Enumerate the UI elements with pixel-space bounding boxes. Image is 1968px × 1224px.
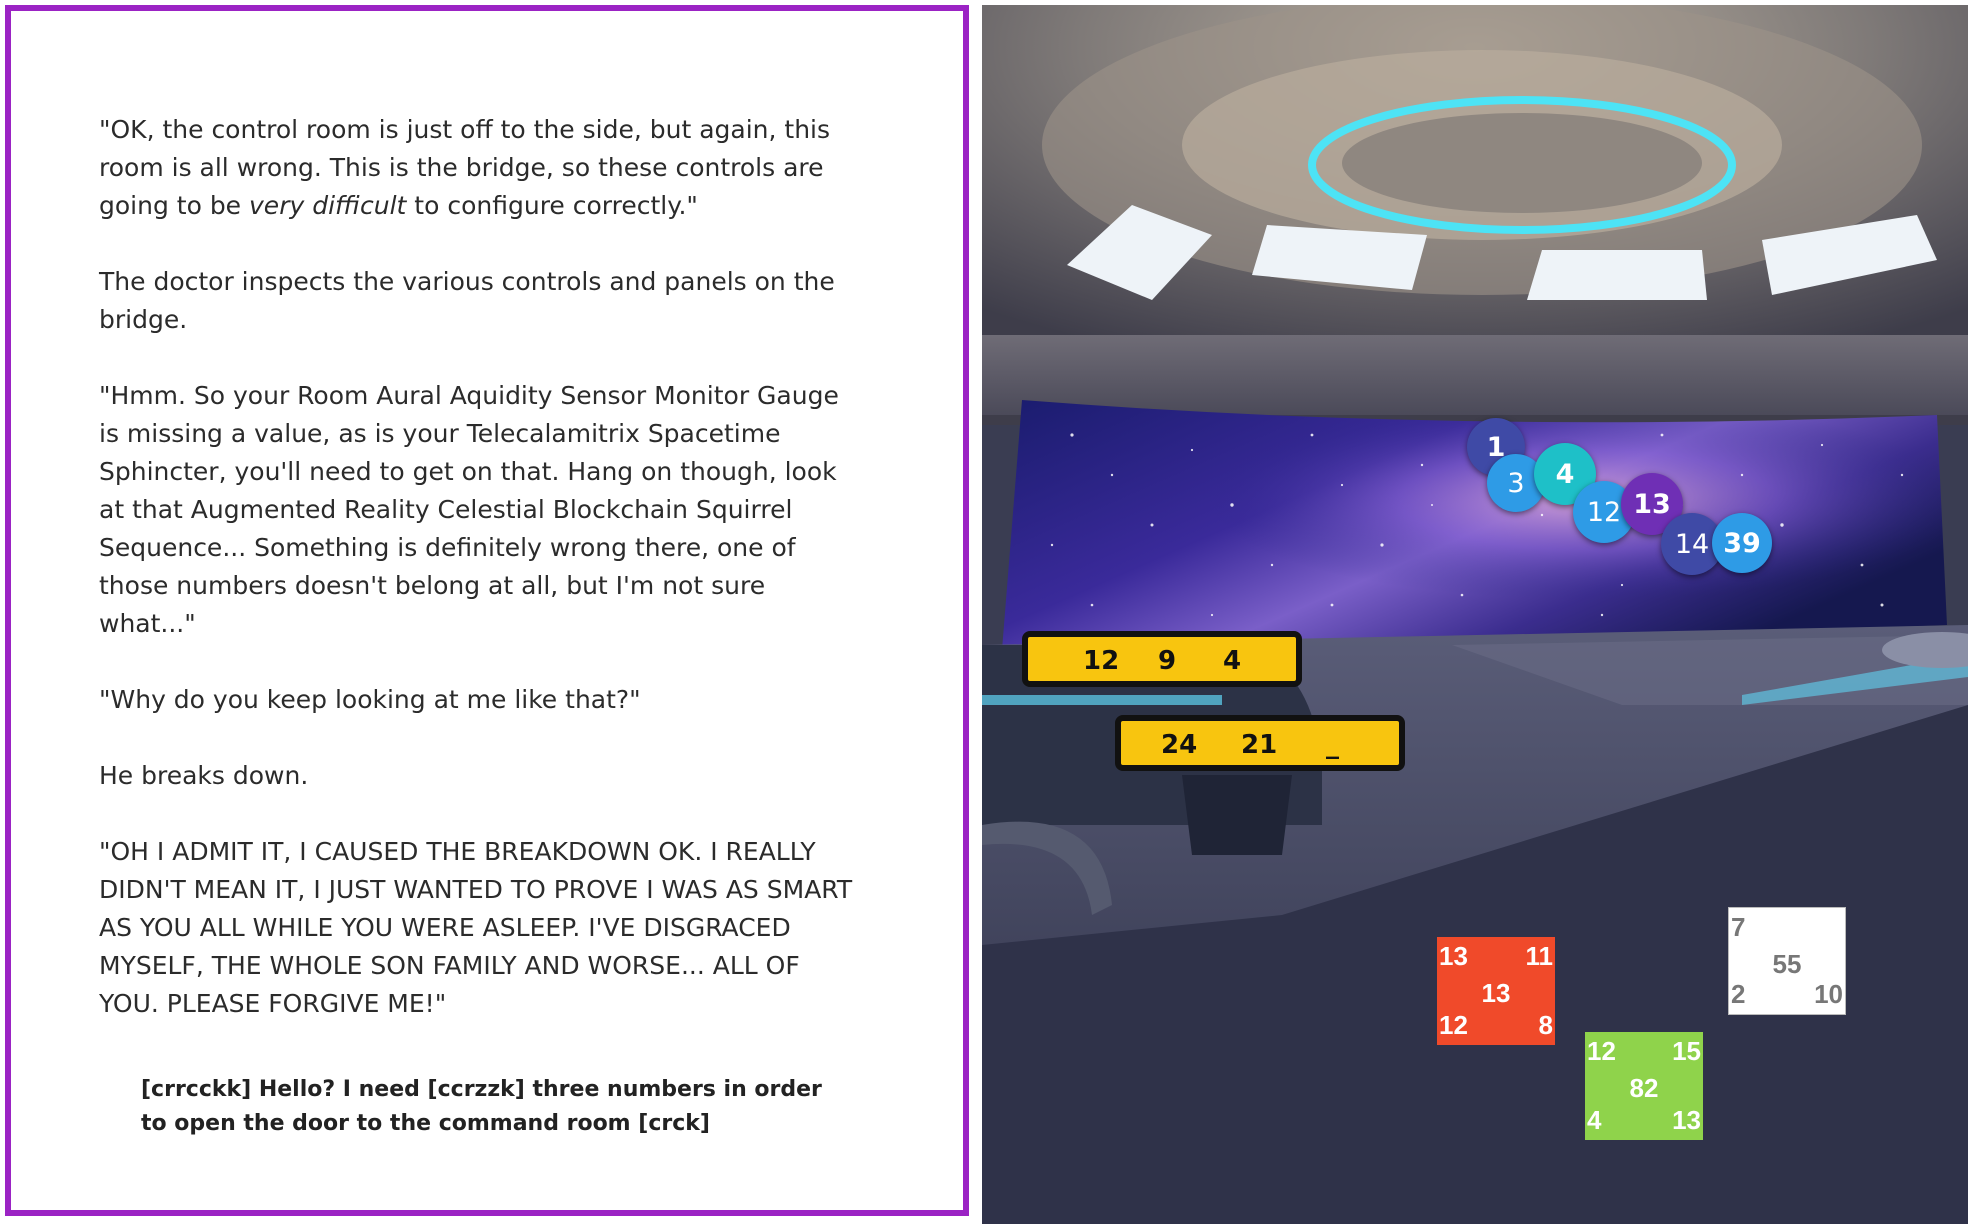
story-text: "OK, the control room is just off to the… xyxy=(99,111,859,1061)
story-paragraph-3: "Hmm. So your Room Aural Aquidity Sensor… xyxy=(99,381,839,638)
square-number: 12 xyxy=(1587,1036,1616,1066)
gauge-value: 21 xyxy=(1241,730,1278,760)
gauge-value: 24 xyxy=(1161,730,1198,760)
square-number: 10 xyxy=(1814,979,1843,1009)
square-number: 12 xyxy=(1439,1010,1468,1040)
story-paragraph-4: "Why do you keep looking at me like that… xyxy=(99,685,641,714)
red-number-square: 13 11 13 12 8 xyxy=(1437,937,1555,1045)
white-number-square: 7 55 2 10 xyxy=(1728,907,1846,1015)
story-paragraph-2: The doctor inspects the various controls… xyxy=(99,267,835,334)
story-emphasis: very difficult xyxy=(249,191,407,220)
square-number: 13 xyxy=(1439,941,1468,971)
gauge-value: 4 xyxy=(1223,646,1242,676)
square-number: 7 xyxy=(1731,912,1746,942)
bridge-scene: 1 3 4 12 13 14 39 12 9 4 24 21 _ 13 11 13 12 8… xyxy=(982,5,1968,1224)
radio-message: [crrcckk] Hello? I need [ccrzzk] three n… xyxy=(141,1077,822,1136)
story-paragraph-5: He breaks down. xyxy=(99,761,309,790)
square-center-number: 82 xyxy=(1629,1073,1659,1103)
square-number: 4 xyxy=(1587,1105,1602,1135)
gauge-missing-value: _ xyxy=(1326,730,1339,760)
square-number: 2 xyxy=(1731,979,1746,1009)
square-center-number: 13 xyxy=(1481,978,1511,1008)
story-paragraph-6: "OH I ADMIT IT, I CAUSED THE BREAKDOWN O… xyxy=(99,837,853,1018)
sequence-ball: 39 xyxy=(1712,513,1772,573)
aural-aquidity-gauge: 12 9 4 xyxy=(1022,631,1302,687)
green-number-square: 12 15 82 4 13 xyxy=(1585,1032,1703,1140)
square-center-number: 55 xyxy=(1772,949,1802,979)
gauge-value: 12 xyxy=(1083,646,1120,676)
square-number: 11 xyxy=(1525,941,1554,971)
square-number: 13 xyxy=(1672,1105,1701,1135)
gauge-value: 9 xyxy=(1158,646,1177,676)
story-paragraph-1: "OK, the control room is just off to the… xyxy=(99,111,859,225)
story-text-span: to configure correctly." xyxy=(406,191,698,220)
square-number: 8 xyxy=(1538,1010,1553,1040)
spacetime-sphincter-gauge: 24 21 _ xyxy=(1115,715,1405,771)
story-panel: "OK, the control room is just off to the… xyxy=(5,5,969,1216)
square-number: 15 xyxy=(1672,1036,1701,1066)
